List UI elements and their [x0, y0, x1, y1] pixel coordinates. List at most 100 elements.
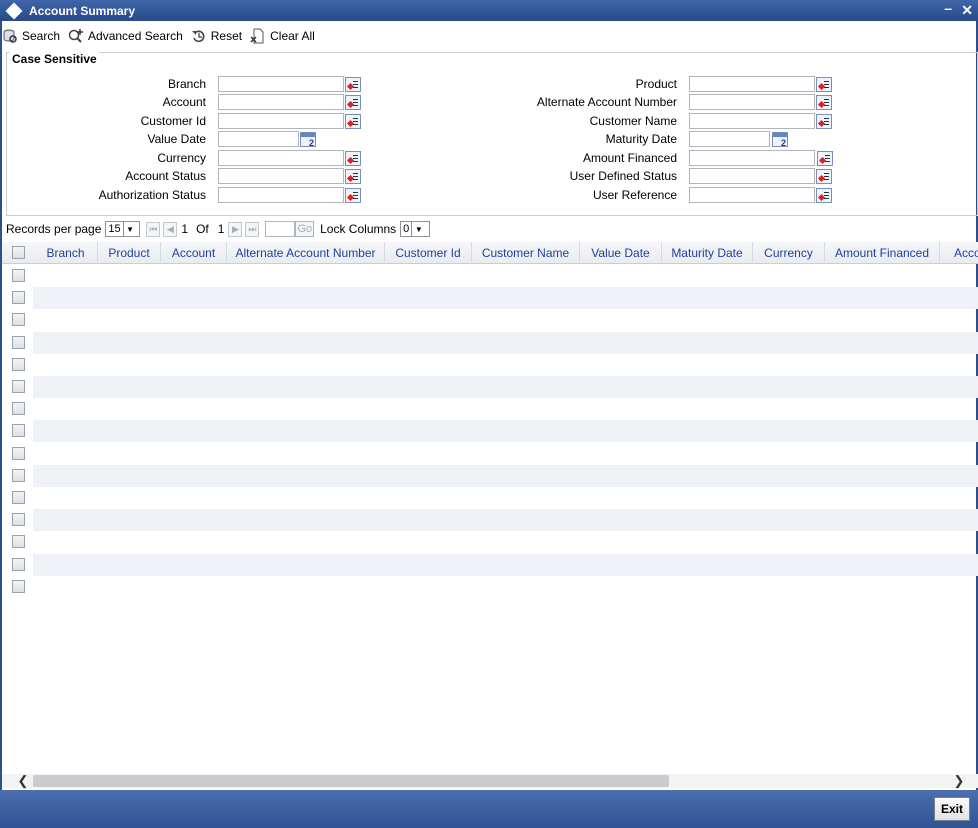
product-lov-icon[interactable]	[816, 77, 832, 92]
account-lov-icon[interactable]	[345, 95, 361, 110]
column-header-amount-financed[interactable]: Amount Financed	[825, 242, 940, 264]
amount-financed-input[interactable]	[689, 150, 815, 166]
minimize-button[interactable]: –	[944, 0, 952, 16]
row-checkbox[interactable]	[12, 291, 25, 305]
branch-label: Branch	[167, 77, 206, 91]
scroll-left-icon[interactable]: ❮	[16, 774, 30, 788]
reset-label: Reset	[210, 29, 243, 43]
scrollbar-thumb[interactable]	[33, 775, 669, 787]
table-row[interactable]	[33, 509, 978, 532]
table-row[interactable]	[33, 553, 978, 576]
table-row[interactable]	[33, 331, 978, 354]
reset-button[interactable]: Reset	[191, 28, 242, 44]
row-checkbox[interactable]	[12, 491, 25, 504]
authorization-status-input[interactable]	[218, 187, 344, 203]
alternate-account-number-lov-icon[interactable]	[816, 95, 832, 110]
user-reference-lov-icon[interactable]	[816, 188, 832, 203]
table-row[interactable]	[33, 487, 978, 509]
user-defined-status-input[interactable]	[689, 168, 815, 184]
authorization-status-lov-icon[interactable]	[345, 188, 361, 203]
customer-name-lov-icon[interactable]	[816, 114, 832, 129]
value-date-input[interactable]	[218, 131, 299, 147]
results-grid: Branch Product Account Alternate Account…	[2, 242, 978, 774]
total-pages: 1	[217, 222, 225, 236]
branch-input[interactable]	[218, 76, 344, 92]
previous-page-icon[interactable]: ◀	[163, 221, 178, 237]
row-checkbox[interactable]	[12, 402, 25, 416]
go-button[interactable]: Go	[295, 221, 315, 237]
row-checkbox[interactable]	[12, 380, 25, 393]
row-checkbox[interactable]	[12, 579, 25, 593]
column-header-product[interactable]: Product	[98, 242, 161, 264]
table-row[interactable]	[33, 464, 978, 487]
column-header-currency[interactable]: Currency	[753, 242, 825, 264]
amount-financed-lov-icon[interactable]	[817, 151, 833, 166]
account-status-input[interactable]	[218, 168, 344, 184]
table-row[interactable]	[33, 576, 978, 598]
user-reference-input[interactable]	[689, 187, 815, 203]
records-per-page-select[interactable]: 15 ▼	[105, 221, 141, 237]
row-checkbox[interactable]	[12, 557, 25, 571]
first-page-icon[interactable]: ⏮	[146, 221, 161, 237]
table-row[interactable]	[33, 287, 978, 310]
column-header-branch[interactable]: Branch	[34, 242, 98, 264]
table-row[interactable]	[33, 354, 978, 376]
row-checkbox[interactable]	[12, 424, 25, 438]
row-checkbox[interactable]	[12, 269, 25, 282]
account-input[interactable]	[218, 94, 344, 110]
row-checkbox[interactable]	[12, 535, 25, 549]
maturity-date-calendar-icon[interactable]	[772, 132, 788, 148]
pagination-bar: Records per page 15 ▼ ⏮ ◀ 1 Of 1 ▶ ⏭ Go …	[6, 221, 431, 237]
window-title: Account Summary	[29, 3, 136, 18]
column-header-account[interactable]: Account	[161, 242, 227, 264]
currency-lov-icon[interactable]	[345, 151, 361, 166]
row-checkbox[interactable]	[12, 468, 25, 482]
user-defined-status-lov-icon[interactable]	[816, 169, 832, 184]
value-date-calendar-icon[interactable]	[300, 132, 316, 148]
records-per-page-label: Records per page	[6, 222, 102, 236]
last-page-icon[interactable]: ⏭	[245, 221, 260, 237]
customer-name-input[interactable]	[689, 113, 815, 129]
customer-id-lov-icon[interactable]	[345, 114, 361, 129]
horizontal-scrollbar[interactable]: ❮ ❯	[2, 774, 978, 788]
clear-all-button[interactable]: Clear All	[250, 28, 315, 44]
currency-input[interactable]	[218, 150, 344, 166]
maturity-date-input[interactable]	[689, 131, 770, 147]
lock-columns-value: 0	[403, 223, 410, 235]
column-header-account-status-truncated[interactable]: Acco	[940, 242, 978, 264]
amount-financed-label: Amount Financed	[582, 151, 677, 165]
column-header-customer-name[interactable]: Customer Name	[472, 242, 580, 264]
table-row[interactable]	[33, 265, 978, 287]
next-page-icon[interactable]: ▶	[228, 221, 243, 237]
row-checkbox[interactable]	[12, 357, 25, 371]
clear-all-icon	[250, 28, 266, 44]
column-header-customer-id[interactable]: Customer Id	[385, 242, 472, 264]
branch-lov-icon[interactable]	[345, 77, 361, 92]
product-input[interactable]	[689, 76, 815, 92]
search-button[interactable]: Search	[2, 28, 60, 44]
row-checkbox[interactable]	[12, 446, 25, 460]
row-checkbox[interactable]	[12, 313, 25, 327]
table-row[interactable]	[33, 309, 978, 331]
table-row[interactable]	[33, 420, 978, 443]
page-number-input[interactable]	[265, 221, 296, 237]
column-header-value-date[interactable]: Value Date	[580, 242, 662, 264]
table-row[interactable]	[33, 376, 978, 398]
close-button[interactable]: ✕	[961, 2, 973, 18]
account-status-lov-icon[interactable]	[345, 169, 361, 184]
column-header-maturity-date[interactable]: Maturity Date	[662, 242, 753, 264]
lock-columns-select[interactable]: 0 ▼	[400, 221, 431, 237]
customer-id-input[interactable]	[218, 113, 344, 129]
row-checkbox[interactable]	[12, 513, 25, 527]
exit-button[interactable]: Exit	[934, 797, 970, 821]
table-row[interactable]	[33, 398, 978, 420]
current-page: 1	[181, 222, 189, 236]
advanced-search-button[interactable]: Advanced Search	[68, 28, 183, 44]
table-row[interactable]	[33, 443, 978, 465]
scroll-right-icon[interactable]: ❯	[952, 774, 966, 788]
row-checkbox[interactable]	[12, 335, 25, 349]
table-row[interactable]	[33, 531, 978, 553]
column-header-alternate-account-number[interactable]: Alternate Account Number	[227, 242, 385, 264]
select-all-checkbox[interactable]	[12, 246, 25, 259]
alternate-account-number-input[interactable]	[689, 94, 815, 110]
